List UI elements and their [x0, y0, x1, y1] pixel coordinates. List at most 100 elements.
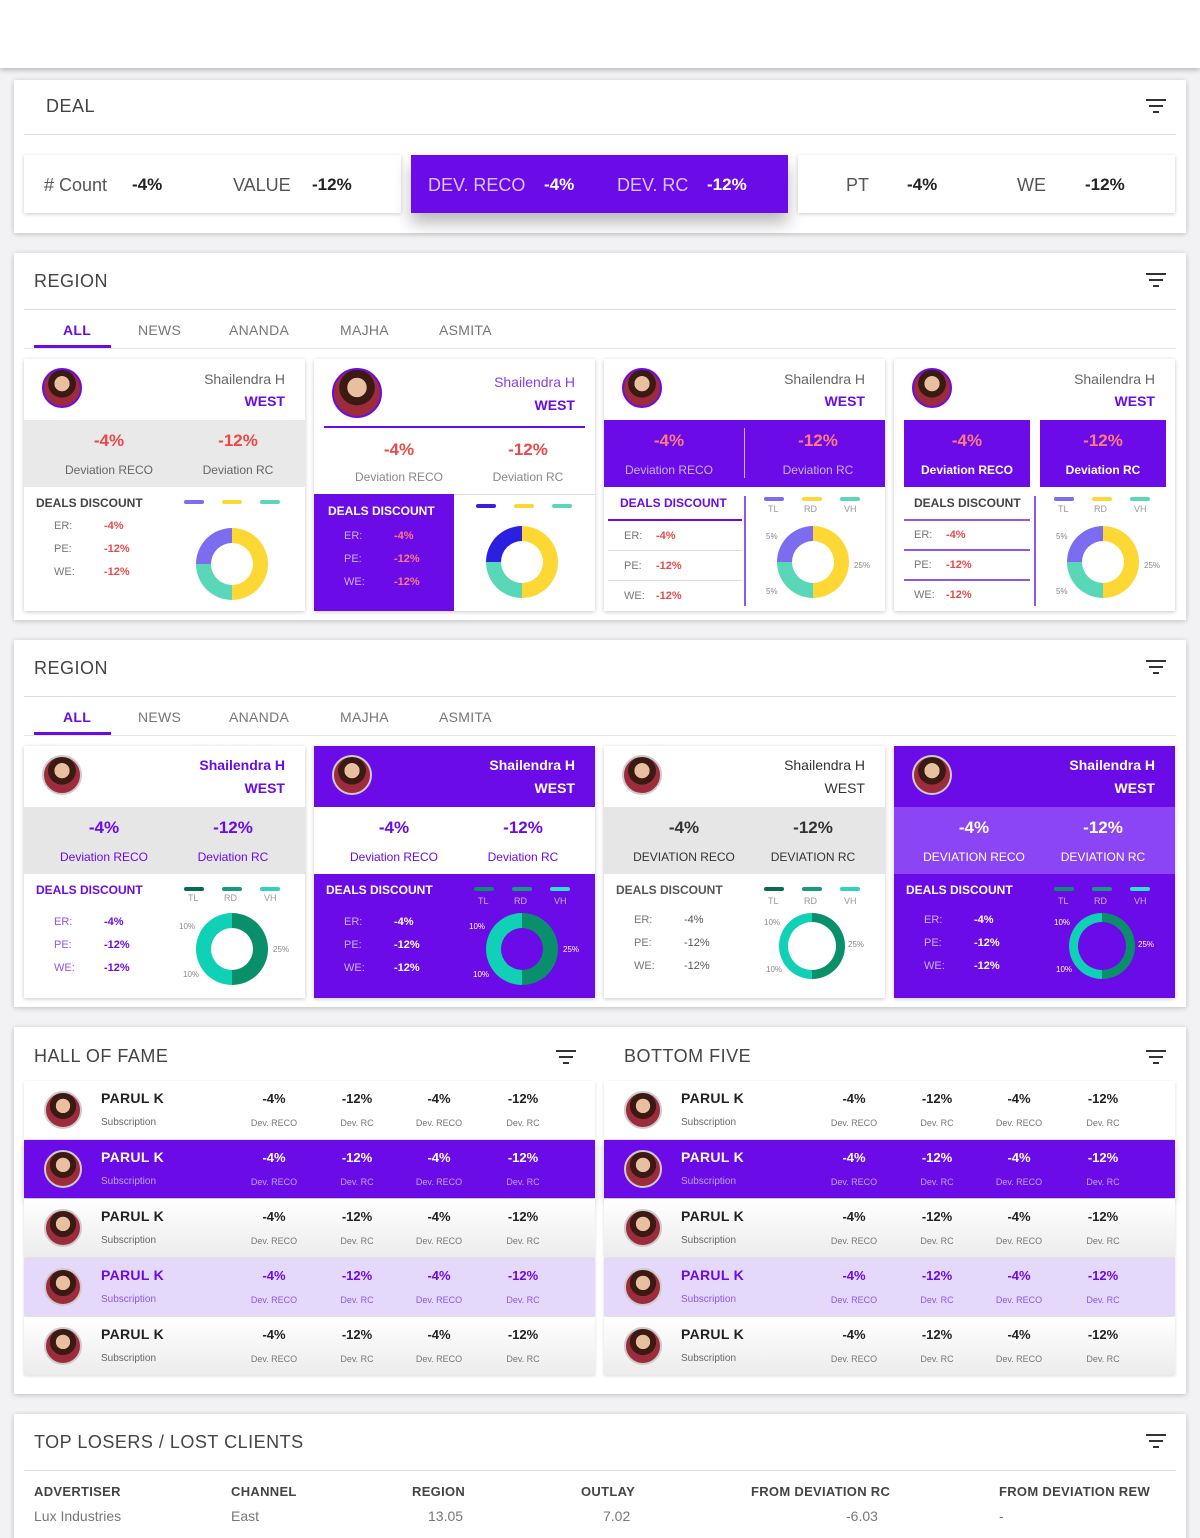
table-row[interactable]: PARUL K Subscription -4% Dev. RECO -12% Dev. …	[24, 1081, 595, 1139]
filter-icon[interactable]	[1146, 1050, 1166, 1064]
column-header[interactable]: OUTLAY	[581, 1484, 635, 1499]
avatar	[624, 1327, 662, 1365]
filter-icon[interactable]	[1146, 1434, 1166, 1448]
tab-all[interactable]: ALL	[63, 709, 91, 725]
filter-icon[interactable]	[1146, 660, 1166, 674]
count-value-stat[interactable]: # Count -4% VALUE -12%	[24, 155, 401, 213]
avatar	[332, 368, 382, 418]
deals-discount-heading: DEALS DISCOUNT	[326, 883, 433, 897]
metric-value: -12%	[921, 1209, 953, 1224]
tab-asmita[interactable]: ASMITA	[439, 322, 492, 338]
stat-label: PT	[846, 175, 870, 195]
region-card[interactable]: Shailendra H WEST -4% -12% DEVIATION REC…	[894, 746, 1175, 998]
region-card[interactable]: Shailendra H WEST -4% -12% DEVIATION REC…	[604, 746, 885, 998]
legend-swatch	[184, 887, 204, 891]
deviation-stat[interactable]: DEV. RECO -4% DEV. RC -12%	[411, 155, 788, 213]
filter-icon[interactable]	[556, 1050, 576, 1064]
region-card[interactable]: Shailendra H WEST -4% -12% Deviation REC…	[314, 746, 595, 998]
region-card[interactable]: Shailendra H WEST -4% -12% Deviation REC…	[24, 359, 305, 611]
person-name: PARUL K	[681, 1208, 745, 1224]
stat-value: -12%	[312, 175, 352, 194]
tab-ananda[interactable]: ANANDA	[229, 322, 289, 338]
region-card[interactable]: Shailendra H WEST -4% -12% Deviation REC…	[894, 359, 1175, 611]
metric-value: -4%	[842, 1327, 866, 1342]
table-row[interactable]: PARUL K Subscription -4% Dev. RECO -12% Dev. …	[604, 1199, 1175, 1257]
stat-value: -4%	[544, 175, 575, 194]
table-cell: -	[999, 1508, 1004, 1524]
legend-swatch	[764, 887, 784, 891]
metric-value: -4%	[262, 1268, 286, 1283]
metric-label: Dev. RECO	[250, 1177, 298, 1187]
column-header[interactable]: FROM DEVIATION REW	[999, 1484, 1150, 1499]
table-row[interactable]: PARUL K Subscription -4% Dev. RECO -12% Dev. …	[604, 1140, 1175, 1198]
donut-chart	[777, 526, 849, 598]
filter-icon[interactable]	[1146, 273, 1166, 287]
pct-label: 5%	[766, 587, 778, 596]
region-card[interactable]: Shailendra H WEST -4% -12% Deviation REC…	[604, 359, 885, 611]
deviation-reco-label: Deviation RECO	[920, 463, 1013, 477]
column-header[interactable]: FROM DEVIATION RC	[751, 1484, 890, 1499]
metric-label: Dev. RECO	[250, 1354, 298, 1364]
metric-value: -4%	[1007, 1327, 1031, 1342]
metric-value: -12%	[507, 1327, 539, 1342]
metric-label: Dev. RECO	[415, 1118, 463, 1128]
metric-value: -4%	[262, 1209, 286, 1224]
metric-value: -12%	[1087, 1209, 1119, 1224]
deviation-reco-value: -4%	[383, 440, 415, 459]
tab-all[interactable]: ALL	[63, 322, 91, 338]
table-row[interactable]: PARUL K Subscription -4% Dev. RECO -12% Dev. …	[604, 1258, 1175, 1316]
table-cell: 7.02	[603, 1508, 631, 1524]
row-label: PE:	[344, 939, 362, 951]
metric-value: -12%	[341, 1150, 373, 1165]
table-row[interactable]: PARUL K Subscription -4% Dev. RECO -12% Dev. …	[24, 1199, 595, 1257]
deviation-rc-label: Deviation RC	[202, 463, 274, 477]
legend-label: VH	[844, 504, 857, 514]
column-header[interactable]: REGION	[412, 1484, 465, 1499]
region-panel-2: REGION ALL NEWS ANANDA MAJHA ASMITA Shai…	[14, 640, 1186, 1007]
deal-title: DEAL	[46, 96, 96, 116]
legend-label: TL	[1058, 504, 1069, 514]
table-row[interactable]: PARUL K Subscription -4% Dev. RECO -12% Dev. …	[604, 1081, 1175, 1139]
row-label: ER:	[634, 914, 653, 926]
metric-value: -4%	[262, 1327, 286, 1342]
tab-majha[interactable]: MAJHA	[340, 322, 389, 338]
legend-label: VH	[1134, 504, 1147, 514]
table-row[interactable]: PARUL K Subscription -4% Dev. RECO -12% Dev. …	[604, 1317, 1175, 1375]
row-value: -4%	[104, 520, 124, 532]
deviation-reco-label: Deviation RECO	[64, 463, 154, 477]
metric-label: Dev. RECO	[995, 1295, 1043, 1305]
metric-value: -12%	[921, 1327, 953, 1342]
tab-ananda[interactable]: ANANDA	[229, 709, 289, 725]
metric-value: -12%	[921, 1268, 953, 1283]
region-card[interactable]: Shailendra H WEST -4% -12% Deviation REC…	[314, 359, 595, 611]
table-row[interactable]: PARUL K Subscription -4% Dev. RECO -12% Dev. …	[24, 1140, 595, 1198]
deviation-reco-label: Deviation RECO	[624, 463, 714, 477]
metric-value: -12%	[1087, 1150, 1119, 1165]
person-subtitle: Subscription	[681, 1117, 737, 1128]
tab-news[interactable]: NEWS	[138, 322, 181, 338]
tab-asmita[interactable]: ASMITA	[439, 709, 492, 725]
row-value: -12%	[974, 960, 1000, 972]
table-row[interactable]: PARUL K Subscription -4% Dev. RECO -12% Dev. …	[24, 1317, 595, 1375]
metric-value: -12%	[507, 1091, 539, 1106]
tab-majha[interactable]: MAJHA	[340, 709, 389, 725]
legend-swatch	[552, 504, 572, 508]
pct-label: 25%	[854, 561, 871, 570]
metric-label: Dev. RECO	[995, 1354, 1043, 1364]
deviation-rc-value: -12%	[218, 431, 258, 450]
deals-discount-heading: DEALS DISCOUNT	[620, 496, 727, 510]
pt-we-stat[interactable]: PT -4% WE -12%	[798, 155, 1175, 213]
metric-label: Dev. RECO	[415, 1354, 463, 1364]
region-card[interactable]: Shailendra H WEST -4% -12% Deviation REC…	[24, 746, 305, 998]
row-label: ER:	[924, 914, 943, 926]
row-value: -12%	[104, 566, 130, 578]
top-losers-title: TOP LOSERS / LOST CLIENTS	[34, 1432, 304, 1452]
column-header[interactable]: CHANNEL	[231, 1484, 297, 1499]
column-header[interactable]: ADVERTISER	[34, 1484, 121, 1499]
row-label: PE:	[634, 937, 652, 949]
deviation-reco-label: DEVIATION RECO	[633, 850, 735, 864]
filter-icon[interactable]	[1146, 99, 1166, 113]
row-value: -4%	[974, 914, 994, 926]
table-row[interactable]: PARUL K Subscription -4% Dev. RECO -12% Dev. …	[24, 1258, 595, 1316]
tab-news[interactable]: NEWS	[138, 709, 181, 725]
